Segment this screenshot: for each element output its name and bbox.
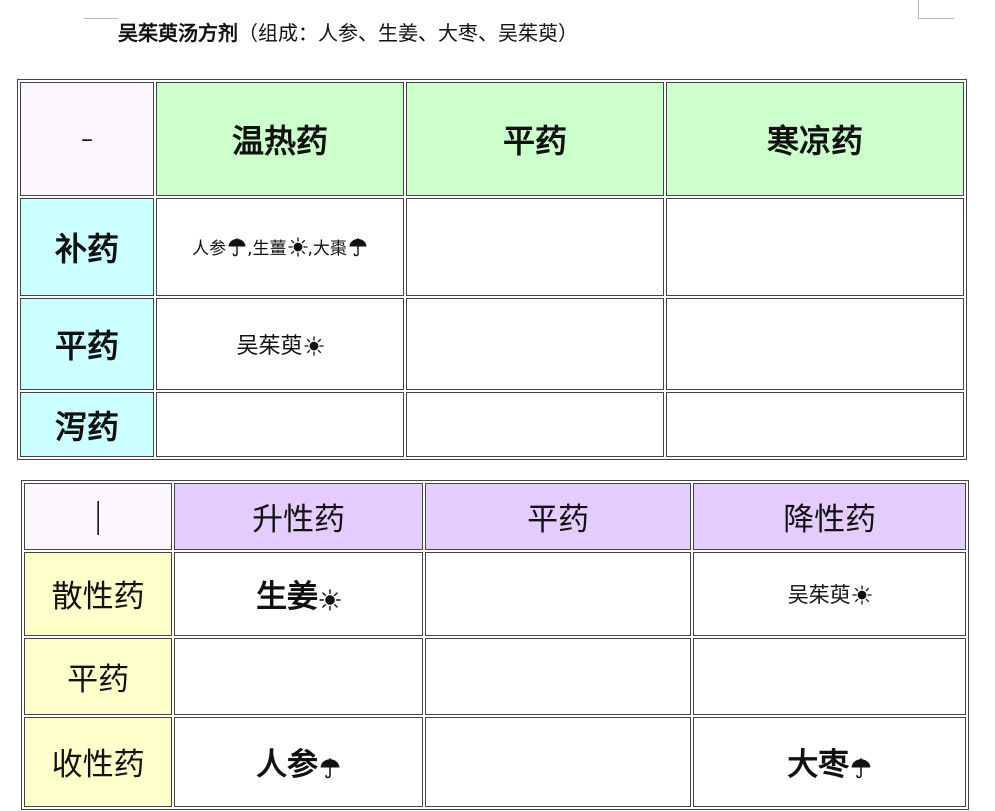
- table-cell: [156, 392, 404, 457]
- row-header-dispersing: 散性药: [24, 551, 173, 636]
- table-cell: [424, 551, 692, 636]
- row-header-neutral: 平药: [24, 637, 173, 715]
- sun-icon: [319, 589, 341, 611]
- row-header-neutral: 平药: [20, 297, 154, 391]
- herb-label: 大枣: [787, 747, 850, 784]
- table-row: 散性药 生姜 吴茱萸: [24, 551, 966, 636]
- title-formula-name: 吴茱萸汤方剂: [118, 21, 238, 45]
- umbrella-icon: [319, 757, 341, 779]
- row-header-tonic: 补药: [20, 197, 154, 296]
- table-cell: [693, 637, 966, 715]
- table-row: 平药 吴茱萸: [20, 297, 964, 391]
- column-header-cold: 寒凉药: [666, 82, 964, 196]
- table-row: 收性药 人参 大枣: [24, 716, 966, 807]
- sun-icon: [852, 585, 872, 605]
- table-row: 平药: [24, 637, 966, 715]
- document-title: 吴茱萸汤方剂（组成：人参、生姜、大枣、吴茱萸）: [118, 18, 578, 48]
- table-row: 补药 人参 ,生薑 ,大棗: [20, 197, 964, 296]
- table-cell: [406, 297, 664, 391]
- column-header-warm: 温热药: [156, 82, 404, 196]
- table-cell: [666, 392, 964, 457]
- row-header-purge: 泻药: [20, 392, 154, 457]
- table-corner-cell: –: [20, 82, 154, 196]
- table-header-row: | 升性药 平药 降性药: [24, 483, 966, 550]
- column-header-neutral: 平药: [424, 483, 692, 550]
- table-cell: 人参: [174, 716, 423, 807]
- column-header-neutral: 平药: [406, 82, 664, 196]
- column-header-ascending: 升性药: [174, 483, 423, 550]
- herb-label: 生姜: [256, 579, 319, 616]
- table-row: 泻药: [20, 392, 964, 457]
- herb-label: 人参: [256, 747, 319, 784]
- table-corner-cell: |: [24, 483, 173, 550]
- herb-label: ,生薑: [247, 239, 287, 260]
- direction-property-table: | 升性药 平药 降性药 散性药 生姜 吴茱萸 平药 收性药 人参 大枣: [21, 480, 969, 810]
- umbrella-icon: [348, 237, 368, 257]
- table-cell: [424, 716, 692, 807]
- table-cell: [666, 297, 964, 391]
- table-cell: [406, 392, 664, 457]
- title-composition: （组成：人参、生姜、大枣、吴茱萸）: [238, 21, 578, 45]
- table-cell: 大枣: [693, 716, 966, 807]
- table-cell: 人参 ,生薑 ,大棗: [156, 197, 404, 296]
- table-cell: [424, 637, 692, 715]
- herb-label: 人参: [192, 239, 227, 260]
- umbrella-icon: [850, 757, 872, 779]
- crop-mark-top-left: [84, 0, 118, 19]
- column-header-descending: 降性药: [693, 483, 966, 550]
- umbrella-icon: [227, 237, 247, 257]
- table-cell: 吴茱萸: [156, 297, 404, 391]
- table-header-row: – 温热药 平药 寒凉药: [20, 82, 964, 196]
- herb-label: 吴茱萸: [787, 582, 851, 607]
- table-cell: [406, 197, 664, 296]
- herb-label: ,大棗: [307, 239, 347, 260]
- table-cell: [174, 637, 423, 715]
- sun-icon: [287, 237, 308, 257]
- herb-label: 吴茱萸: [236, 333, 303, 359]
- sun-icon: [303, 336, 324, 356]
- crop-mark-top-right: [918, 0, 954, 19]
- temperature-tonic-table: – 温热药 平药 寒凉药 补药 人参 ,生薑 ,大棗 平药 吴茱萸 泻药: [17, 79, 967, 460]
- table-cell: 吴茱萸: [693, 551, 966, 636]
- table-cell: 生姜: [174, 551, 423, 636]
- row-header-astringent: 收性药: [24, 716, 173, 807]
- table-cell: [666, 197, 964, 296]
